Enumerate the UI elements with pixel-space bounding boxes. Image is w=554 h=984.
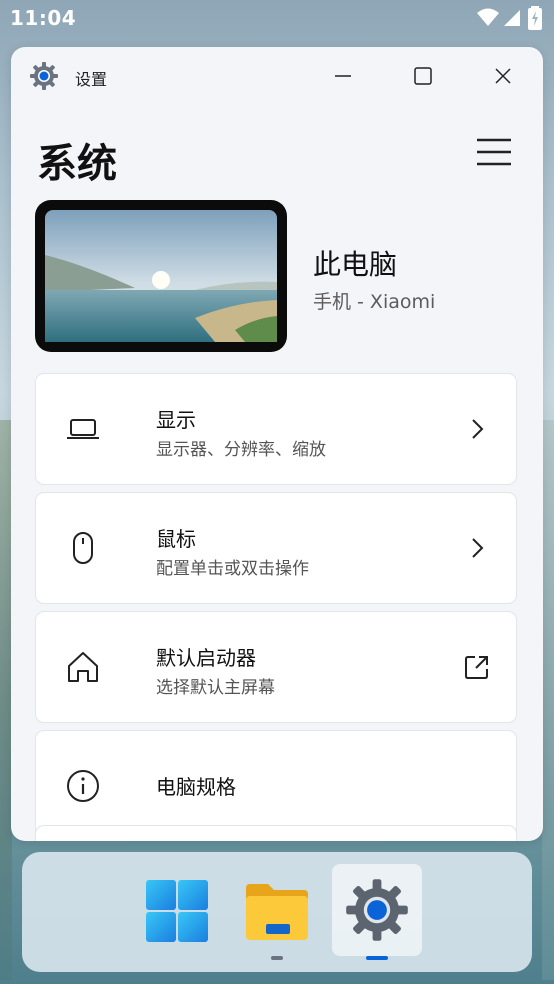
close-icon bbox=[495, 68, 511, 84]
mouse-icon bbox=[73, 532, 93, 564]
external-link-icon bbox=[465, 656, 488, 679]
home-icon bbox=[68, 652, 98, 682]
hamburger-menu-icon[interactable] bbox=[473, 135, 515, 169]
maximize-icon bbox=[414, 67, 432, 85]
setting-subtitle: 配置单击或双击操作 bbox=[156, 559, 309, 579]
laptop-icon bbox=[67, 419, 99, 439]
chevron-right-icon bbox=[472, 419, 484, 439]
taskbar-app-settings[interactable] bbox=[332, 864, 422, 956]
status-time: 11:04 bbox=[10, 6, 77, 30]
setting-mouse[interactable]: 鼠标 配置单击或双击操作 bbox=[35, 492, 517, 604]
setting-title: 电脑规格 bbox=[156, 775, 236, 799]
taskbar-app-file-explorer[interactable] bbox=[232, 864, 322, 956]
title-bar[interactable]: 设置 bbox=[11, 47, 543, 107]
setting-subtitle: 显示器、分辨率、缩放 bbox=[156, 440, 326, 460]
setting-title: 鼠标 bbox=[156, 527, 196, 551]
signal-icon bbox=[504, 10, 520, 26]
close-button[interactable] bbox=[483, 59, 523, 93]
minimize-icon bbox=[335, 75, 351, 77]
maximize-button[interactable] bbox=[403, 59, 443, 93]
taskbar-app-start[interactable] bbox=[132, 864, 222, 956]
info-icon bbox=[67, 770, 99, 802]
setting-subtitle: 选择默认主屏幕 bbox=[156, 678, 275, 698]
status-icons bbox=[476, 6, 546, 32]
device-name: 此电脑 bbox=[313, 248, 398, 281]
setting-display[interactable]: 显示 显示器、分辨率、缩放 bbox=[35, 373, 517, 485]
minimize-button[interactable] bbox=[323, 59, 363, 93]
windows-logo-icon bbox=[146, 880, 208, 942]
window-title: 设置 bbox=[75, 70, 108, 89]
settings-gear-icon bbox=[346, 879, 408, 941]
setting-next-partial[interactable] bbox=[35, 825, 517, 841]
gear-icon bbox=[30, 62, 58, 90]
battery-charging-icon bbox=[528, 6, 542, 30]
device-wallpaper-preview bbox=[35, 200, 287, 352]
settings-window: 设置 系统 此电脑 手机 - Xiaomi 显示 显示器、分辨率、缩放 鼠标 配… bbox=[11, 47, 543, 841]
active-indicator bbox=[366, 956, 388, 960]
setting-default-launcher[interactable]: 默认启动器 选择默认主屏幕 bbox=[35, 611, 517, 723]
wifi-icon bbox=[477, 8, 499, 26]
setting-title: 默认启动器 bbox=[156, 646, 256, 670]
running-indicator bbox=[271, 956, 283, 960]
taskbar bbox=[22, 852, 532, 972]
device-subtitle: 手机 - Xiaomi bbox=[313, 291, 436, 313]
wallpaper-right-strip bbox=[542, 420, 554, 980]
file-explorer-icon bbox=[246, 884, 308, 940]
setting-title: 显示 bbox=[156, 408, 196, 432]
wallpaper-thumbnail bbox=[45, 210, 277, 342]
chevron-right-icon bbox=[472, 538, 484, 558]
status-bar: 11:04 bbox=[0, 0, 554, 38]
page-title: 系统 bbox=[37, 141, 117, 187]
